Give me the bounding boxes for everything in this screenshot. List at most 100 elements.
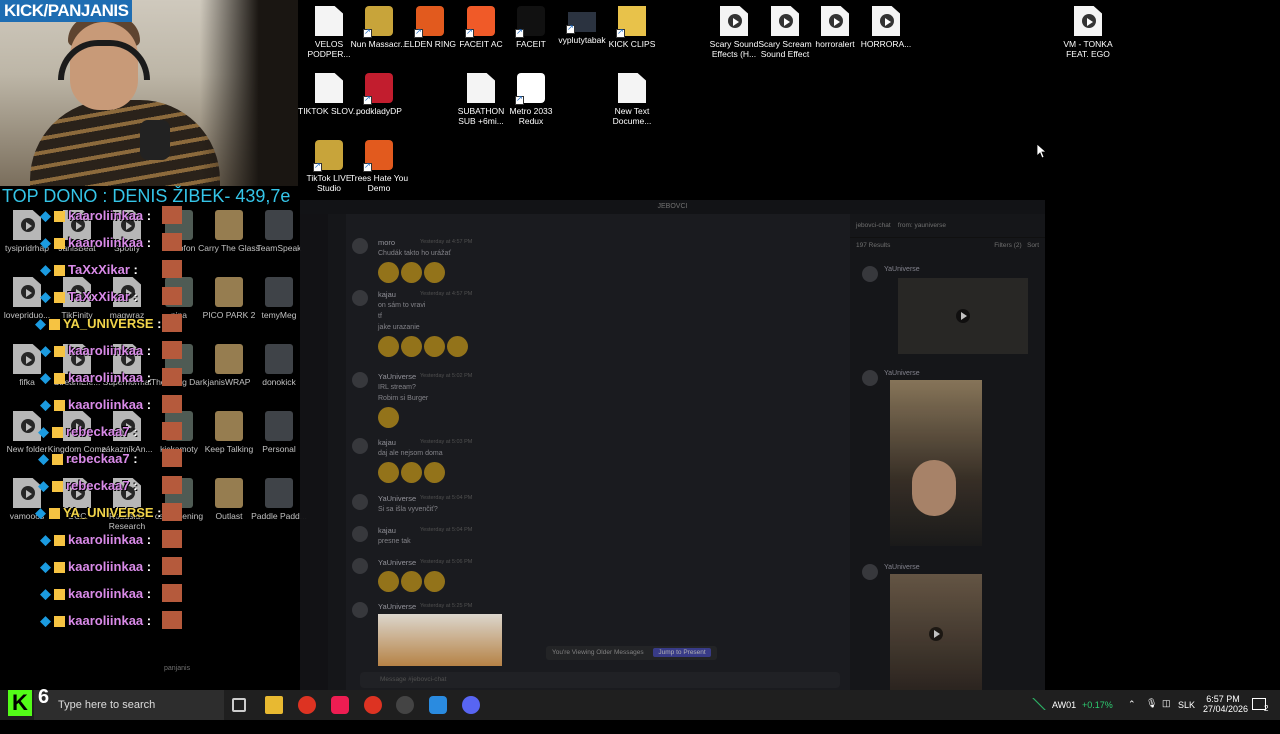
ticker-name[interactable]: AW01: [1052, 700, 1076, 730]
emote-icon: [162, 287, 182, 305]
avatar[interactable]: [352, 494, 368, 510]
media-file-icon: [872, 6, 900, 36]
desktop-icon[interactable]: VM - TONKA FEAT. EGO: [1057, 6, 1119, 59]
message-text: IRL stream?: [378, 384, 416, 391]
media-file-icon: [821, 6, 849, 36]
message-input[interactable]: Message #jebovci-chat: [360, 672, 840, 688]
message-timestamp: Yesterday at 4:57 PM: [420, 291, 473, 297]
filters-button[interactable]: Filters (2): [994, 242, 1021, 249]
avatar[interactable]: [352, 526, 368, 542]
emote-icon: [162, 260, 182, 278]
avatar[interactable]: [352, 558, 368, 574]
paint-icon[interactable]: [429, 696, 447, 714]
avatar[interactable]: [352, 438, 368, 454]
search-header: jebovci-chat from: yauniverse: [850, 214, 1045, 238]
result-video[interactable]: [898, 278, 1028, 354]
chat-overlay-line: kaaroliinkaa: [40, 586, 151, 601]
user-panel[interactable]: panjanis: [140, 662, 260, 682]
shortcut-arrow-icon: [515, 94, 524, 105]
emoji-reaction-row: [378, 262, 445, 283]
avatar[interactable]: [352, 290, 368, 306]
shortcut-arrow-icon: [566, 23, 575, 34]
result-author: YaUniverse: [884, 370, 920, 377]
search-placeholder: Type here to search: [58, 699, 156, 711]
chat-overlay-line: TaXxXikar: [40, 289, 138, 304]
app-icon: [363, 140, 393, 172]
language-indicator[interactable]: SLK: [1178, 700, 1195, 730]
older-messages-label: You're Viewing Older Messages: [552, 649, 644, 656]
app-icon: [363, 73, 393, 105]
sort-button[interactable]: Sort: [1027, 242, 1039, 249]
burger-image[interactable]: [378, 614, 502, 666]
result-video[interactable]: [890, 380, 982, 546]
avatar: [862, 370, 878, 386]
obs-icon[interactable]: [396, 696, 414, 714]
tiktok-live-icon[interactable]: [331, 696, 349, 714]
avatar[interactable]: [352, 372, 368, 388]
desktop-icon[interactable]: Trees Hate You Demo: [348, 140, 410, 193]
emote-icon: [162, 611, 182, 629]
laughing-emoji-icon: [378, 462, 399, 483]
avatar[interactable]: [352, 238, 368, 254]
microphone-tray-icon[interactable]: 🎙: [1146, 698, 1157, 728]
subscriber-badge-icon: [40, 373, 51, 385]
play-icon[interactable]: [956, 309, 970, 323]
emote-icon: [162, 584, 182, 602]
search-results-panel: jebovci-chat from: yauniverse 197 Result…: [850, 214, 1045, 694]
opera-gx-icon[interactable]: [298, 696, 316, 714]
document-icon: [467, 73, 495, 103]
app-icon: [515, 6, 545, 38]
desktop-icon[interactable]: KICK CLIPS: [601, 6, 663, 49]
desktop: VELOS PODPER...Nun Massacr...ELDEN RINGF…: [0, 0, 1280, 694]
message-timestamp: Yesterday at 5:04 PM: [420, 527, 473, 533]
message-author[interactable]: YaUniverse: [378, 494, 416, 503]
chat-overlay: kaaroliinkaa kaaroliinkaa TaXxXikar TaXxXik…: [0, 206, 300, 688]
message-author[interactable]: YaUniverse: [378, 372, 416, 381]
message-author[interactable]: kajau: [378, 438, 396, 447]
document-icon: [618, 73, 646, 103]
opera-icon[interactable]: [364, 696, 382, 714]
search-result[interactable]: YaUniverse: [858, 266, 1038, 354]
desktop-icon-label: KICK CLIPS: [608, 39, 656, 49]
search-result[interactable]: YaUniverse: [858, 370, 1038, 546]
message-author[interactable]: YaUniverse: [378, 602, 416, 611]
gift-badge-icon: [54, 535, 65, 547]
avatar[interactable]: [352, 602, 368, 618]
message-timestamp: Yesterday at 5:25 PM: [420, 603, 473, 609]
network-icon[interactable]: ◫: [1162, 698, 1171, 728]
notification-count: 2: [1264, 704, 1269, 713]
desktop-icon[interactable]: Metro 2033 Redux: [500, 73, 562, 126]
chat-username: YA_UNIVERSE: [63, 505, 162, 520]
discord-titlebar[interactable]: JEBOVCI: [300, 200, 1045, 214]
message-text: Chudák takto ho urážať: [378, 250, 452, 257]
result-video[interactable]: [890, 574, 982, 694]
chevron-up-icon[interactable]: ⌃: [1128, 699, 1136, 729]
discord-icon[interactable]: [462, 696, 480, 714]
desktop-icon[interactable]: HORRORA...: [855, 6, 917, 49]
gift-badge-icon: [54, 562, 65, 574]
search-result[interactable]: YaUniverse: [858, 564, 1038, 694]
jump-to-present-button[interactable]: Jump to Present: [653, 648, 711, 657]
taskbar-search[interactable]: Type here to search: [34, 690, 224, 720]
gift-badge-icon: [54, 238, 65, 250]
message-author[interactable]: kajau: [378, 290, 396, 299]
search-channel-chip[interactable]: jebovci-chat: [856, 222, 891, 229]
message-text: daj ale nejsom doma: [378, 450, 443, 457]
emote-icon: [162, 341, 182, 359]
emote-icon: [162, 476, 182, 494]
chat-username: kaaroliinkaa: [68, 586, 151, 601]
laughing-emoji-icon: [401, 462, 422, 483]
subscriber-badge-icon: [40, 265, 51, 277]
task-view-icon[interactable]: [232, 698, 246, 712]
laughing-emoji-icon: [447, 336, 468, 357]
file-explorer-icon[interactable]: [265, 696, 283, 714]
search-query-input[interactable]: from: yauniverse: [898, 222, 946, 229]
play-icon[interactable]: [929, 627, 943, 641]
chat-overlay-line: kaaroliinkaa: [40, 397, 151, 412]
message-author[interactable]: moro: [378, 238, 395, 247]
desktop-icon[interactable]: podkladyDP: [348, 73, 410, 116]
message-author[interactable]: YaUniverse: [378, 558, 416, 567]
desktop-icon[interactable]: New Text Docume...: [601, 73, 663, 126]
message-author[interactable]: kajau: [378, 526, 396, 535]
discord-server-rail: [300, 214, 328, 690]
